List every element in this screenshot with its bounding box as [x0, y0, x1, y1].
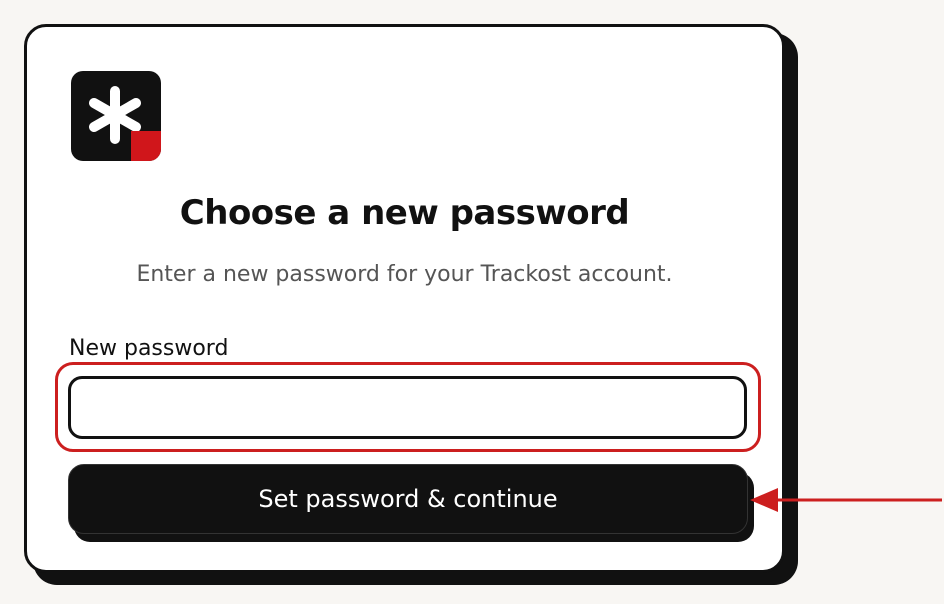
new-password-field-wrapper — [68, 376, 747, 439]
asterisk-icon — [89, 86, 161, 161]
new-password-input[interactable] — [68, 376, 747, 439]
new-password-label: New password — [69, 336, 229, 361]
page-title: Choose a new password — [179, 193, 630, 233]
pointer-arrow-icon — [750, 488, 942, 512]
set-password-continue-button[interactable]: Set password & continue — [68, 464, 748, 534]
app-logo — [71, 71, 161, 161]
logo-accent-square — [131, 131, 161, 161]
page-subtitle: Enter a new password for your Trackost a… — [136, 262, 673, 287]
